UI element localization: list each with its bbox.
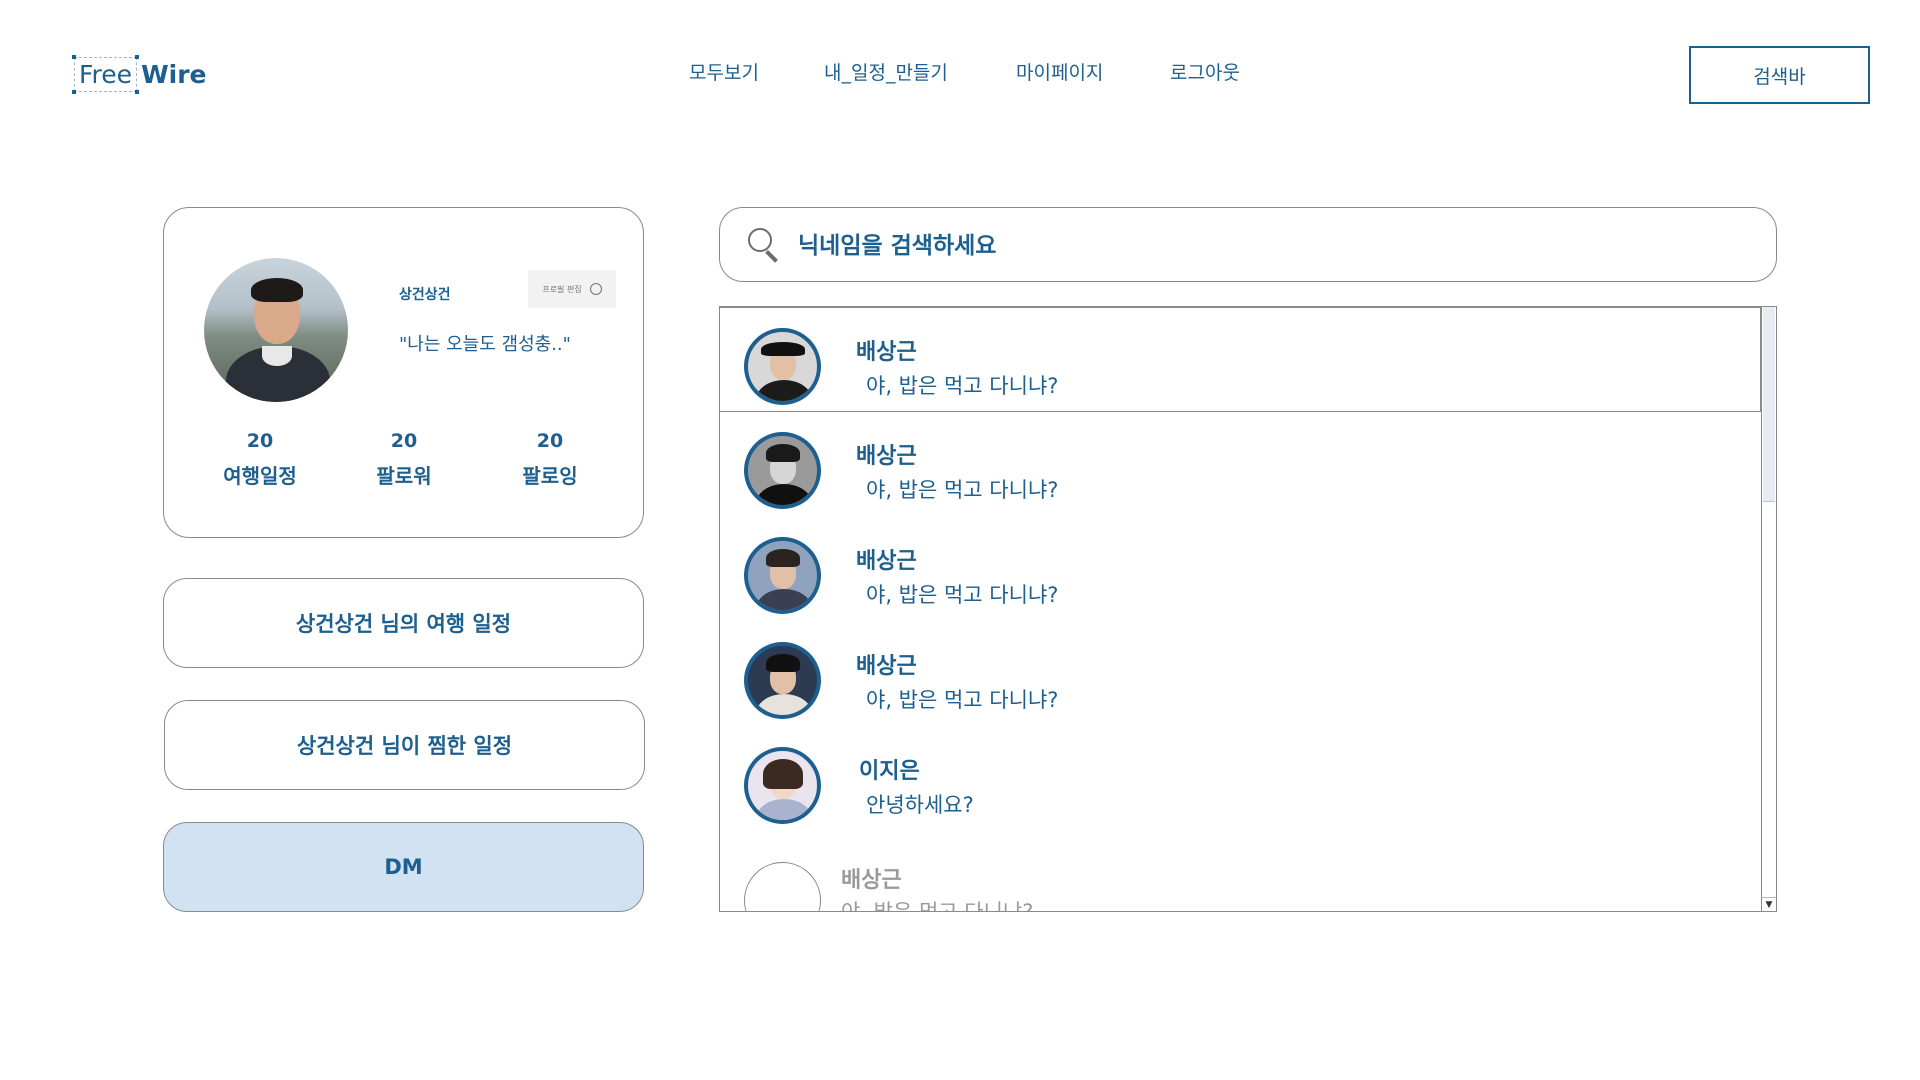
stat-following-count: 20 — [536, 430, 564, 452]
edit-profile-label: 프로필 편집 — [542, 284, 582, 294]
avatar — [744, 642, 821, 719]
dm-sender-name: 배상근 — [856, 340, 917, 365]
dm-sender-name: 배상근 — [841, 868, 902, 893]
dm-sender-name: 배상근 — [856, 444, 917, 469]
avatar — [744, 537, 821, 614]
dm-sender-name: 배상근 — [856, 549, 917, 574]
stat-trips[interactable]: 20 여행일정 — [200, 430, 320, 489]
nav-create-schedule[interactable]: 내_일정_만들기 — [824, 58, 948, 85]
dm-sender-name: 이지은 — [859, 759, 920, 784]
profile-card: 상건상건 프로필 편집 "나는 오늘도 갬성충.." 20 여행일정 20 팔로… — [163, 207, 644, 538]
dm-message-preview: 야, 밥은 먹고 다니냐? — [866, 478, 1059, 502]
dm-list-item[interactable]: 배상근 야, 밥은 먹고 다니냐? — [720, 307, 1761, 412]
stat-followers-count: 20 — [390, 430, 418, 452]
avatar — [744, 747, 821, 824]
dm-message-preview: 야, 밥은 먹고 다니냐? — [866, 688, 1059, 712]
stat-followers[interactable]: 20 팔로워 — [344, 430, 464, 489]
gear-icon — [589, 283, 602, 295]
dm-list-item[interactable]: 배상근 야, 밥은 먹고 다니냐? — [720, 412, 1761, 517]
scroll-down-arrow-icon[interactable]: ▼ — [1762, 897, 1776, 911]
dm-message-preview: 야, 밥은 먹고 다니냐? — [841, 900, 1034, 912]
dm-list-item[interactable]: 배상근 야, 밥은 먹고 다니냐? — [720, 517, 1761, 622]
nav-logout[interactable]: 로그아웃 — [1170, 58, 1240, 85]
logo-wire-text: Wire — [141, 59, 207, 89]
stat-followers-label: 팔로워 — [376, 464, 432, 488]
avatar — [744, 328, 821, 405]
dm-message-preview: 야, 밥은 먹고 다니냐? — [866, 583, 1059, 607]
stat-trips-label: 여행일정 — [223, 464, 297, 488]
avatar — [744, 432, 821, 509]
header-search-button[interactable]: 검색바 — [1689, 46, 1870, 104]
edit-profile-button[interactable]: 프로필 편집 — [528, 270, 616, 308]
nickname-search-box — [719, 207, 1777, 282]
dm-message-preview: 안녕하세요? — [866, 793, 974, 817]
stat-trips-count: 20 — [246, 430, 274, 452]
nav-view-all[interactable]: 모두보기 — [689, 58, 759, 85]
dm-list-scrollbar[interactable]: ▼ — [1761, 307, 1776, 911]
dm-button[interactable]: DM — [163, 822, 644, 912]
scrollbar-thumb[interactable] — [1763, 307, 1775, 502]
dm-message-preview: 야, 밥은 먹고 다니냐? — [866, 374, 1059, 398]
stat-following-label: 팔로잉 — [522, 464, 578, 488]
nav-my-page[interactable]: 마이페이지 — [1016, 58, 1103, 85]
logo-free-text: Free — [72, 54, 140, 94]
dm-list-item[interactable]: 배상근 야, 밥은 먹고 다니냐? — [720, 832, 1761, 912]
liked-trips-button[interactable]: 상건상건 님이 찜한 일정 — [164, 700, 645, 790]
logo[interactable]: Free Wire — [72, 54, 207, 94]
nickname-search-input[interactable] — [798, 226, 1698, 266]
my-trips-button[interactable]: 상건상건 님의 여행 일정 — [163, 578, 644, 668]
dm-sender-name: 배상근 — [856, 654, 917, 679]
profile-username: 상건상건 — [399, 287, 451, 303]
search-icon — [748, 228, 782, 263]
dm-list-item[interactable]: 배상근 야, 밥은 먹고 다니냐? — [720, 622, 1761, 727]
stat-following[interactable]: 20 팔로잉 — [490, 430, 610, 489]
dm-list: 배상근 야, 밥은 먹고 다니냐? 배상근 야, 밥은 먹고 다니냐? 배상근 … — [719, 306, 1777, 912]
profile-status-message: "나는 오늘도 갬성충.." — [399, 334, 571, 355]
dm-list-item[interactable]: 이지은 안녕하세요? — [720, 727, 1761, 832]
profile-avatar — [204, 258, 348, 402]
avatar — [744, 862, 821, 911]
